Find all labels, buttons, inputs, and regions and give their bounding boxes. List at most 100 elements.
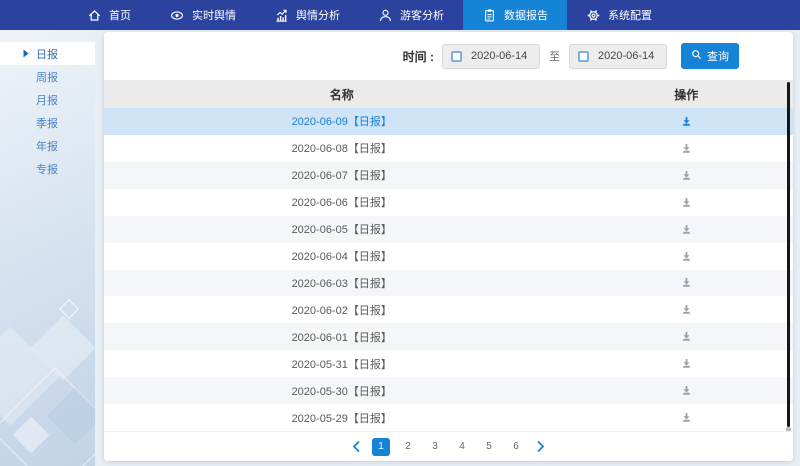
sidebar-item-special[interactable]: 专报: [0, 157, 95, 180]
download-button[interactable]: [678, 194, 695, 211]
page-1-button[interactable]: 1: [372, 438, 390, 456]
sidebar-item-label: 月报: [36, 92, 58, 108]
end-date-value: 2020-06-14: [598, 50, 654, 62]
table-row[interactable]: 2020-05-31【日报】: [104, 350, 793, 377]
page-4-button[interactable]: 4: [453, 438, 471, 456]
table-row[interactable]: 2020-06-06【日报】: [104, 189, 793, 216]
nav-item-label: 数据报告: [504, 7, 548, 23]
action-cell: [579, 301, 793, 318]
report-name-cell: 2020-06-08【日报】: [104, 140, 579, 156]
search-button[interactable]: 查询: [681, 43, 739, 69]
download-button[interactable]: [678, 409, 695, 426]
nav-item-label: 实时舆情: [192, 7, 236, 23]
sidebar: 日报周报月报季报年报专报: [0, 30, 95, 466]
report-name-cell: 2020-06-05【日报】: [104, 221, 579, 237]
table-row[interactable]: 2020-05-30【日报】: [104, 377, 793, 404]
table-row[interactable]: 2020-06-07【日报】: [104, 162, 793, 189]
calendar-icon: [451, 51, 462, 62]
table-row[interactable]: 2020-06-08【日报】: [104, 135, 793, 162]
action-cell: [579, 248, 793, 265]
page-3-button[interactable]: 3: [426, 438, 444, 456]
table-row[interactable]: 2020-05-29【日报】: [104, 404, 793, 431]
prev-page-button[interactable]: [350, 440, 363, 453]
report-name-cell: 2020-05-30【日报】: [104, 383, 579, 399]
action-cell: [579, 328, 793, 345]
download-button[interactable]: [678, 248, 695, 265]
user-icon: [378, 8, 393, 23]
sidebar-item-monthly[interactable]: 月报: [0, 88, 95, 111]
sidebar-item-annual[interactable]: 年报: [0, 134, 95, 157]
page-6-button[interactable]: 6: [507, 438, 525, 456]
table-row[interactable]: 2020-06-09【日报】: [104, 108, 793, 135]
sidebar-item-label: 季报: [36, 115, 58, 131]
table-row[interactable]: 2020-06-01【日报】: [104, 323, 793, 350]
action-cell: [579, 194, 793, 211]
date-range-separator: 至: [549, 48, 560, 64]
start-date-value: 2020-06-14: [471, 50, 527, 62]
report-name-cell: 2020-05-29【日报】: [104, 410, 579, 426]
nav-item-report[interactable]: 数据报告: [463, 0, 567, 30]
calendar-icon: [578, 51, 589, 62]
report-name-cell: 2020-06-01【日报】: [104, 329, 579, 345]
report-name-cell: 2020-05-31【日报】: [104, 356, 579, 372]
download-button[interactable]: [678, 382, 695, 399]
nav-item-system[interactable]: 系统配置: [567, 0, 671, 30]
report-name-cell: 2020-06-04【日报】: [104, 248, 579, 264]
download-button[interactable]: [678, 274, 695, 291]
next-page-button[interactable]: [534, 440, 547, 453]
sidebar-item-label: 周报: [36, 69, 58, 85]
sidebar-item-label: 日报: [36, 46, 58, 62]
report-table: 2020-06-09【日报】 2020-06-08【日报】 2020-06-07【日…: [104, 108, 793, 431]
clipboard-icon: [482, 8, 497, 23]
search-button-label: 查询: [707, 48, 729, 64]
download-button[interactable]: [678, 113, 695, 130]
action-cell: [579, 167, 793, 184]
table-row[interactable]: 2020-06-02【日报】: [104, 296, 793, 323]
sidebar-item-quarterly[interactable]: 季报: [0, 111, 95, 134]
trend-chart-icon: [274, 8, 289, 23]
column-header-action: 操作: [579, 86, 793, 103]
report-name-cell: 2020-06-07【日报】: [104, 167, 579, 183]
download-button[interactable]: [678, 355, 695, 372]
action-cell: [579, 355, 793, 372]
nav-item-realtime[interactable]: 实时舆情: [150, 0, 255, 30]
download-button[interactable]: [678, 301, 695, 318]
action-cell: [579, 113, 793, 130]
sidebar-item-daily[interactable]: 日报: [0, 42, 95, 65]
eye-icon: [169, 8, 185, 23]
table-row[interactable]: 2020-06-03【日报】: [104, 270, 793, 297]
page-2-button[interactable]: 2: [399, 438, 417, 456]
nav-item-home[interactable]: 首页: [68, 0, 150, 30]
end-date-input[interactable]: 2020-06-14: [569, 44, 667, 69]
nav-item-label: 系统配置: [608, 7, 652, 23]
download-button[interactable]: [678, 221, 695, 238]
table-row[interactable]: 2020-06-04【日报】: [104, 243, 793, 270]
report-name-cell: 2020-06-06【日报】: [104, 194, 579, 210]
table-row[interactable]: 2020-06-05【日报】: [104, 216, 793, 243]
sidebar-item-weekly[interactable]: 周报: [0, 65, 95, 88]
column-header-name: 名称: [104, 86, 579, 103]
report-name-cell: 2020-06-09【日报】: [104, 113, 579, 129]
action-cell: [579, 382, 793, 399]
action-cell: [579, 409, 793, 426]
nav-item-label: 首页: [109, 7, 131, 23]
action-cell: [579, 140, 793, 157]
action-cell: [579, 274, 793, 291]
nav-item-analysis[interactable]: 舆情分析: [255, 0, 359, 30]
filter-bar: 时间 : 2020-06-14 至 2020-06-14 查询: [104, 32, 793, 80]
search-icon: [691, 49, 702, 63]
table-scrollbar[interactable]: [787, 82, 790, 427]
download-button[interactable]: [678, 167, 695, 184]
table-header: 名称 操作: [104, 80, 793, 108]
report-name-cell: 2020-06-02【日报】: [104, 302, 579, 318]
download-button[interactable]: [678, 328, 695, 345]
pagination: 123456: [104, 431, 793, 461]
top-navbar: 首页 实时舆情 舆情分析游客分析 数据报告 系统配置: [0, 0, 800, 30]
download-button[interactable]: [678, 140, 695, 157]
start-date-input[interactable]: 2020-06-14: [442, 44, 540, 69]
sidebar-item-label: 年报: [36, 138, 58, 154]
sidebar-item-label: 专报: [36, 161, 58, 177]
time-filter-label: 时间 :: [403, 48, 434, 65]
nav-item-visitor[interactable]: 游客分析: [359, 0, 463, 30]
page-5-button[interactable]: 5: [480, 438, 498, 456]
